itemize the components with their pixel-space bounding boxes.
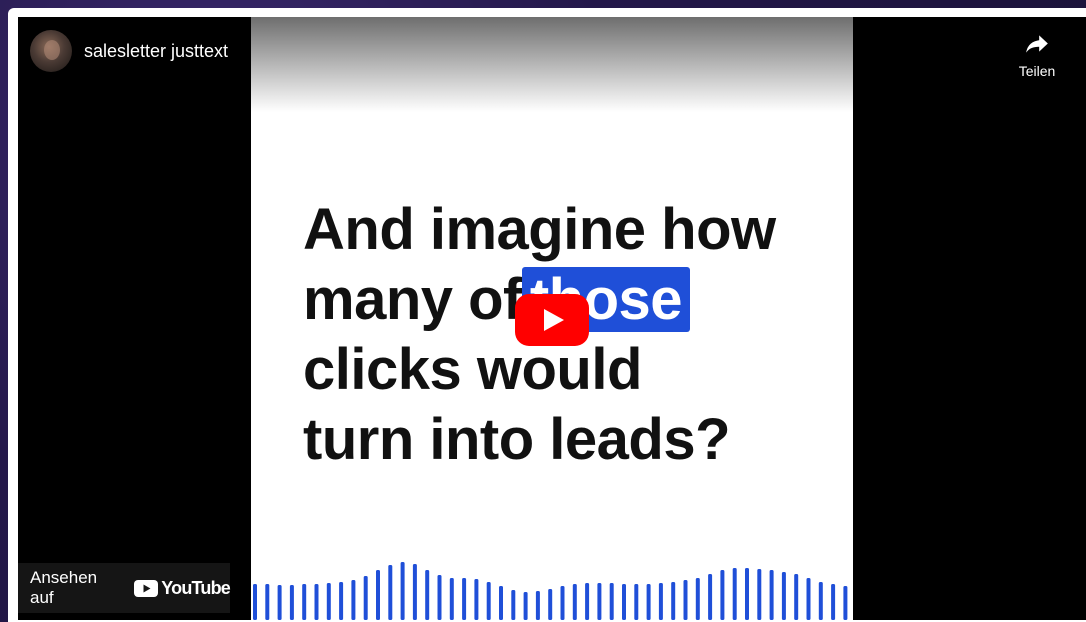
waveform-bar	[671, 582, 676, 620]
waveform-bar	[572, 584, 577, 620]
waveform-bar	[818, 582, 823, 620]
waveform-bar	[708, 574, 713, 620]
caption-line-2-text: many of	[303, 267, 522, 332]
waveform-bar	[585, 583, 590, 620]
channel-header[interactable]: salesletter justtext	[30, 30, 228, 72]
waveform-bar	[412, 564, 417, 620]
waveform-bar	[351, 580, 356, 620]
waveform-bar	[449, 578, 454, 620]
watch-on-label: Ansehen auf	[30, 568, 98, 607]
waveform-bar	[781, 572, 786, 620]
waveform-bar	[560, 586, 565, 620]
waveform-bar	[609, 583, 614, 620]
waveform-bar	[277, 585, 282, 620]
waveform-bar	[499, 586, 503, 620]
waveform-bar	[265, 584, 270, 620]
waveform-bar	[302, 584, 307, 620]
waveform-bar	[314, 584, 319, 620]
share-icon	[1026, 35, 1048, 53]
waveform-bar	[831, 584, 836, 620]
waveform-bar	[745, 568, 749, 620]
waveform-bar	[253, 584, 257, 620]
waveform-bar	[548, 589, 553, 620]
waveform-bar	[695, 578, 700, 620]
play-button[interactable]	[515, 294, 589, 346]
waveform-bar	[806, 578, 811, 620]
audio-waveform	[253, 562, 848, 620]
waveform-bar	[646, 584, 651, 620]
waveform-bar	[683, 580, 688, 620]
waveform-bar	[400, 562, 405, 620]
share-label: Teilen	[1018, 63, 1056, 79]
youtube-wordmark: YouTube	[161, 577, 231, 598]
waveform-bar	[634, 584, 639, 620]
channel-avatar[interactable]	[30, 30, 72, 72]
waveform-bar	[794, 574, 799, 620]
waveform-bar	[486, 582, 491, 620]
youtube-icon	[134, 579, 159, 597]
video-player[interactable]: And imagine how many of those clicks woul…	[18, 17, 1086, 620]
waveform-bar	[376, 570, 380, 620]
waveform-bar	[474, 579, 479, 620]
waveform-bar	[462, 578, 467, 620]
waveform-bar	[339, 582, 344, 620]
waveform-bar	[535, 591, 540, 620]
waveform-bar	[757, 569, 762, 620]
waveform-bar	[843, 586, 848, 620]
watch-on-youtube-button[interactable]: Ansehen auf YouTube	[18, 563, 231, 613]
waveform-bar	[720, 570, 725, 620]
waveform-bar	[622, 584, 626, 620]
channel-name[interactable]: salesletter justtext	[84, 41, 228, 62]
waveform-bar	[511, 590, 516, 620]
waveform-bar	[363, 576, 368, 620]
waveform-bar	[326, 583, 331, 620]
waveform-bar	[289, 585, 294, 620]
waveform-bar	[425, 570, 430, 620]
share-button[interactable]: Teilen	[1002, 31, 1072, 79]
waveform-bar	[523, 592, 528, 620]
waveform-bar	[437, 575, 442, 620]
top-gradient	[251, 17, 853, 112]
caption-line-1: And imagine how	[303, 197, 776, 262]
waveform-bar	[658, 583, 663, 620]
caption-line-4: turn into leads?	[303, 407, 730, 472]
youtube-logo: YouTube	[134, 577, 231, 599]
waveform-bar	[769, 570, 774, 620]
waveform-bar	[732, 568, 737, 620]
waveform-bar	[388, 565, 393, 620]
waveform-bar	[597, 583, 602, 620]
